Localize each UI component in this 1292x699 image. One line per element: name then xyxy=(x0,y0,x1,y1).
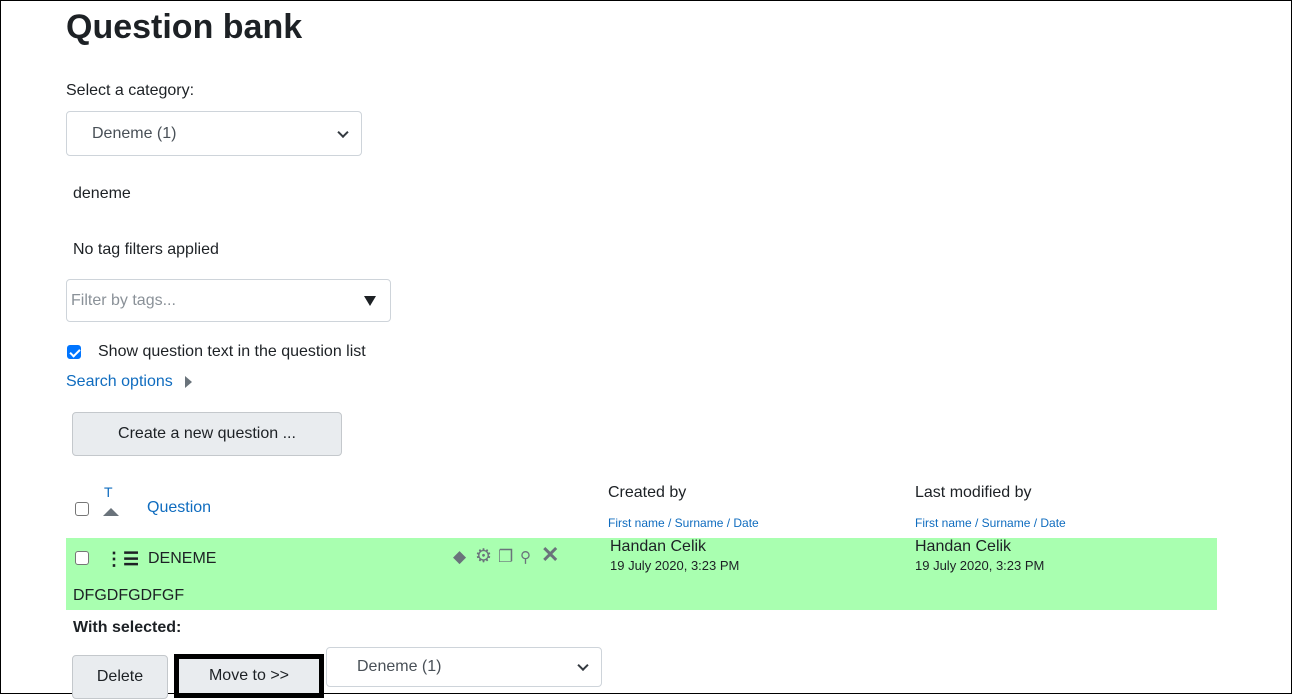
move-target-select[interactable]: Deneme (1) xyxy=(326,647,602,687)
question-row-checkbox[interactable] xyxy=(75,551,89,565)
tag-icon[interactable]: ◆ xyxy=(453,548,466,565)
category-description: deneme xyxy=(73,185,131,202)
chevron-down-icon xyxy=(337,126,349,138)
show-question-text-checkbox[interactable] xyxy=(67,345,81,359)
search-options-link[interactable]: Search options xyxy=(66,373,193,391)
move-to-button[interactable]: Move to >> xyxy=(174,654,324,698)
category-select-value: Deneme (1) xyxy=(92,124,177,142)
tag-filter-status: No tag filters applied xyxy=(73,241,219,258)
create-question-button[interactable]: Create a new question ... xyxy=(72,412,342,456)
page-title: Question bank xyxy=(66,8,303,46)
delete-icon[interactable]: ✕ xyxy=(541,544,559,566)
question-column-header[interactable]: Question xyxy=(147,499,211,517)
gear-icon[interactable]: ⚙ xyxy=(475,547,492,566)
last-modified-sort-links[interactable]: First name / Surname / Date xyxy=(915,516,1066,530)
with-selected-label: With selected: xyxy=(73,619,182,636)
category-select[interactable]: Deneme (1) xyxy=(66,111,362,156)
duplicate-icon[interactable]: ❐ xyxy=(498,548,513,565)
delete-button[interactable]: Delete xyxy=(72,655,168,699)
modified-by-date: 19 July 2020, 3:23 PM xyxy=(915,558,1045,573)
preview-icon[interactable]: ⚲ xyxy=(520,549,531,566)
select-all-checkbox[interactable] xyxy=(75,502,89,516)
created-by-date: 19 July 2020, 3:23 PM xyxy=(610,558,740,573)
created-by-header: Created by xyxy=(608,484,687,501)
last-modified-header: Last modified by xyxy=(915,484,1032,501)
tag-filter-placeholder: Filter by tags... xyxy=(71,291,176,309)
dropdown-arrow-icon xyxy=(364,296,376,306)
sort-by-type-link[interactable]: T xyxy=(104,484,113,500)
caret-right-icon xyxy=(185,375,193,388)
multichoice-type-icon: ⋮☰ xyxy=(105,549,140,569)
question-name: DENEME xyxy=(148,550,217,567)
category-label: Select a category: xyxy=(66,82,195,99)
search-options-label: Search options xyxy=(66,373,173,390)
chevron-down-icon xyxy=(577,659,589,672)
move-target-value: Deneme (1) xyxy=(357,658,442,675)
question-text: DFGDFGDFGF xyxy=(73,587,185,604)
sort-asc-icon xyxy=(103,508,119,516)
show-question-text-label: Show question text in the question list xyxy=(98,343,366,360)
created-by-name: Handan Celik xyxy=(610,538,707,555)
modified-by-name: Handan Celik xyxy=(915,538,1012,555)
tag-filter-input[interactable]: Filter by tags... xyxy=(66,279,391,322)
created-by-sort-links[interactable]: First name / Surname / Date xyxy=(608,516,759,530)
